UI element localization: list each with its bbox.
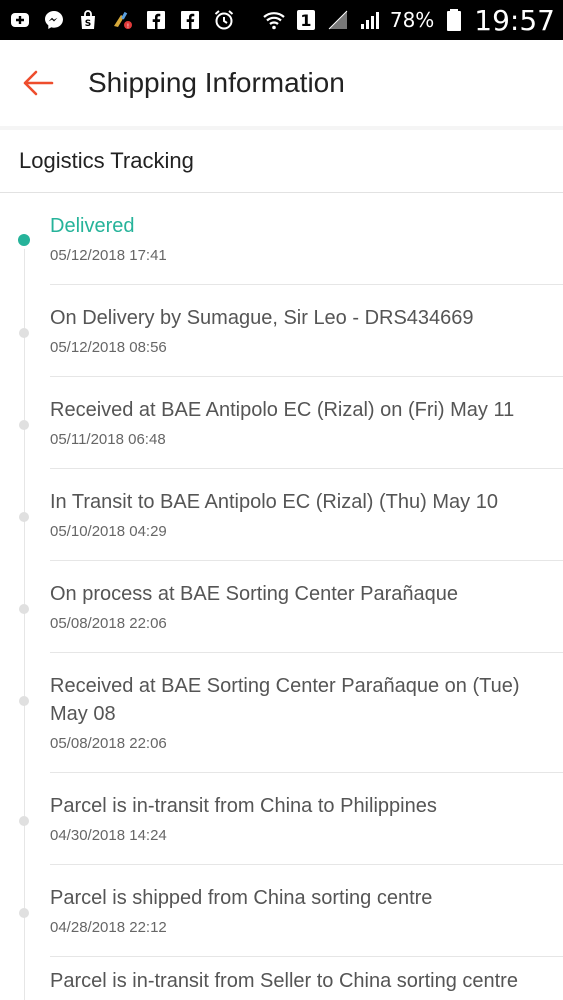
cleaner-icon: ! <box>110 8 134 32</box>
event-status: In Transit to BAE Antipolo EC (Rizal) (T… <box>50 491 498 513</box>
event-time: 05/11/2018 06:48 <box>50 431 166 448</box>
facebook-icon <box>178 8 202 32</box>
timeline-dot <box>19 420 29 430</box>
event-status: Received at BAE Antipolo EC (Rizal) on (… <box>50 399 515 421</box>
timeline-dot <box>19 328 29 338</box>
svg-text:1: 1 <box>300 11 311 30</box>
messenger-icon <box>42 8 66 32</box>
tracking-timeline: Delivered 05/12/2018 17:41 On Delivery b… <box>0 193 563 1000</box>
event-status: Parcel is shipped from China sorting cen… <box>50 887 433 909</box>
no-signal-icon <box>326 8 350 32</box>
sim-slot-icon: 1 <box>294 8 318 32</box>
timeline-dot <box>19 816 29 826</box>
status-bar: S ! 1 78% 19:57 <box>0 0 563 40</box>
section-title: Logistics Tracking <box>19 148 194 173</box>
event-time: 05/10/2018 04:29 <box>50 523 167 540</box>
back-button[interactable] <box>0 40 76 126</box>
timeline-dot <box>19 512 29 522</box>
clock: 19:57 <box>474 3 555 37</box>
notification-icons: S ! <box>8 8 236 32</box>
event-status: On Delivery by Sumague, Sir Leo - DRS434… <box>50 307 474 329</box>
event-status: Parcel is in-transit from China to Phili… <box>50 795 437 817</box>
event-time: 04/28/2018 22:12 <box>50 919 167 936</box>
system-icons: 1 78% 19:57 <box>262 4 555 37</box>
event-time: 05/08/2018 22:06 <box>50 735 167 752</box>
tracking-event: Received at BAE Antipolo EC (Rizal) on (… <box>0 377 563 469</box>
facebook-icon <box>144 8 168 32</box>
section-header: Logistics Tracking <box>0 130 563 193</box>
tracking-event: On process at BAE Sorting Center Parañaq… <box>0 561 563 653</box>
timeline-dot-active <box>18 234 30 246</box>
event-status: Delivered <box>50 215 135 237</box>
tracking-event: Parcel is in-transit from China to Phili… <box>0 773 563 865</box>
tracking-event: Received at BAE Sorting Center Parañaque… <box>0 653 563 773</box>
tracking-event: On Delivery by Sumague, Sir Leo - DRS434… <box>0 285 563 377</box>
alarm-icon <box>212 8 236 32</box>
signal-icon <box>358 8 382 32</box>
event-status: On process at BAE Sorting Center Parañaq… <box>50 583 459 605</box>
event-status: Parcel is in-transit from Seller to Chin… <box>50 970 518 992</box>
event-time: 05/12/2018 17:41 <box>50 247 167 264</box>
tracking-event: Parcel is in-transit from Seller to Chin… <box>0 957 563 1000</box>
tracking-event: Delivered 05/12/2018 17:41 <box>0 193 563 285</box>
timeline-dot <box>19 908 29 918</box>
event-time: 05/12/2018 08:56 <box>50 339 167 356</box>
add-icon <box>8 8 32 32</box>
event-time: 04/30/2018 14:24 <box>50 827 167 844</box>
wifi-icon <box>262 8 286 32</box>
event-status: Received at BAE Sorting Center Parañaque… <box>50 675 520 725</box>
event-time: 05/08/2018 22:06 <box>50 615 167 632</box>
battery-icon <box>442 8 466 32</box>
tracking-event: In Transit to BAE Antipolo EC (Rizal) (T… <box>0 469 563 561</box>
app-bar: Shipping Information <box>0 40 563 126</box>
shopping-bag-icon: S <box>76 8 100 32</box>
svg-text:!: ! <box>127 23 129 30</box>
battery-percent: 78% <box>389 8 435 32</box>
svg-text:S: S <box>85 19 91 29</box>
timeline-dot <box>19 696 29 706</box>
back-arrow-icon <box>23 70 54 96</box>
tracking-event: Parcel is shipped from China sorting cen… <box>0 865 563 957</box>
page-title: Shipping Information <box>88 67 345 98</box>
timeline-dot <box>19 604 29 614</box>
